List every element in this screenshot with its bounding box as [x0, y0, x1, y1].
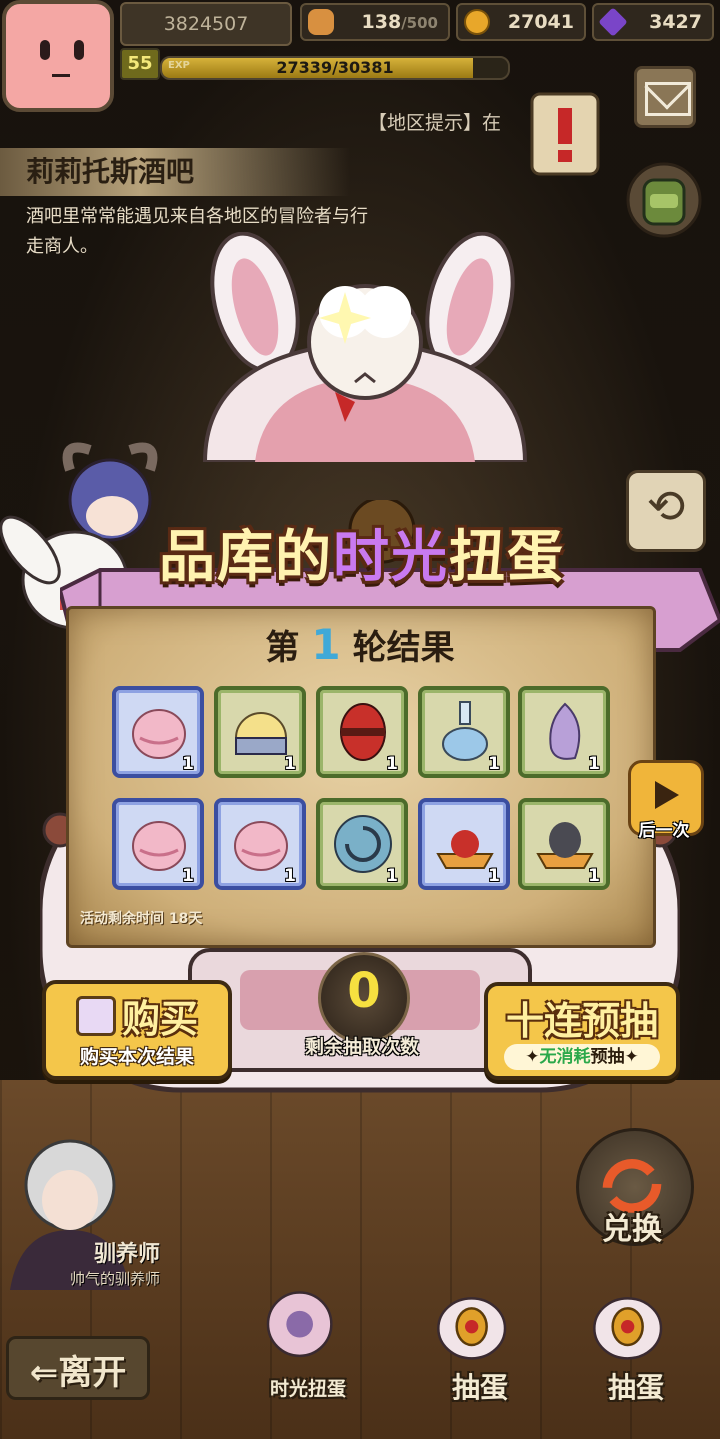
- player-avatar[interactable]: [2, 0, 114, 112]
- gold-draw-button[interactable]: 抽蛋: [576, 1270, 696, 1410]
- npc-name: 驯养师: [94, 1242, 161, 1267]
- item-slot[interactable]: 1: [418, 686, 510, 778]
- round-prefix: 第: [265, 628, 300, 668]
- gold-value: 27041: [507, 11, 574, 33]
- sparkle-icon: ✦: [624, 1047, 639, 1067]
- buy-button[interactable]: 购买 购买本次结果: [42, 980, 232, 1080]
- location-title: 莉莉托斯酒吧: [0, 148, 350, 196]
- gem-icon: [598, 7, 628, 37]
- gem-draw-button[interactable]: 抽蛋: [420, 1270, 540, 1410]
- item-slot[interactable]: 1: [518, 798, 610, 890]
- round-suffix: 轮结果: [352, 628, 455, 668]
- avatar-eye: [40, 40, 50, 60]
- stamina-value: 138: [361, 11, 402, 33]
- exp-bar: EXP 27339/30381: [160, 56, 510, 80]
- item-slot[interactable]: 1: [418, 798, 510, 890]
- item-slot[interactable]: 1: [316, 686, 408, 778]
- leave-button[interactable]: ⇐离开: [6, 1336, 150, 1400]
- gold-draw-label: 抽蛋: [607, 1371, 664, 1404]
- item-quantity: 1: [182, 754, 194, 774]
- buy-subtitle: 购买本次结果: [79, 1046, 194, 1068]
- avatar-eye: [74, 40, 84, 60]
- item-slot[interactable]: 1: [316, 798, 408, 890]
- preview-text: 预抽: [590, 1047, 625, 1067]
- gem-draw-label: 抽蛋: [451, 1371, 508, 1404]
- remaining-draws-count: 0: [347, 963, 381, 1019]
- backpack-icon[interactable]: [626, 160, 702, 240]
- banner-title-part: 扭蛋: [449, 525, 565, 590]
- item-slot[interactable]: 1: [112, 798, 204, 890]
- exchange-label: 兑换: [602, 1212, 662, 1247]
- banner-title-highlight: 时光: [333, 525, 449, 590]
- gacha-ticket-icon: [76, 996, 116, 1036]
- stamina-counter[interactable]: 138/500: [300, 3, 450, 41]
- gold-draw-egg-icon: [593, 1297, 663, 1360]
- item-quantity: 1: [588, 754, 600, 774]
- exp-text: 27339/30381: [276, 58, 394, 77]
- ten-draw-label: 十连预抽: [505, 999, 658, 1043]
- player-id: 3824507: [120, 2, 292, 46]
- item-slot[interactable]: 1: [214, 798, 306, 890]
- gacha-machine-top: [202, 232, 528, 462]
- next-result-label: 后一次: [638, 821, 690, 841]
- remaining-draws-label: 剩余抽取次数: [304, 1036, 419, 1058]
- mail-button[interactable]: [634, 66, 696, 128]
- stamina-max: /500: [401, 14, 438, 32]
- item-quantity: 1: [488, 754, 500, 774]
- item-quantity: 1: [588, 866, 600, 886]
- gem-counter[interactable]: 3427: [592, 3, 714, 41]
- avatar-mouth: [52, 68, 70, 77]
- leave-label: ⇐离开: [29, 1353, 127, 1393]
- sparkle-icon: ✦: [525, 1047, 540, 1067]
- banner-title: 品库的时光扭蛋: [112, 512, 612, 593]
- item-slot[interactable]: 1: [112, 686, 204, 778]
- gold-coin-icon: [464, 9, 490, 35]
- buy-label: 购买: [122, 997, 199, 1041]
- item-quantity: 1: [182, 866, 194, 886]
- bread-icon: [308, 9, 334, 35]
- gem-value: 3427: [649, 11, 702, 33]
- npc-subtitle: 帅气的驯养师: [70, 1270, 161, 1288]
- ten-draw-subtitle: ✦无消耗预抽✦: [504, 1044, 660, 1070]
- item-quantity: 1: [386, 866, 398, 886]
- player-level: 55: [120, 48, 160, 80]
- item-slot[interactable]: 1: [214, 686, 306, 778]
- item-quantity: 1: [284, 754, 296, 774]
- time-gacha-label: 时光扭蛋: [269, 1378, 346, 1400]
- banner-title-part: 品库的: [159, 525, 333, 590]
- item-quantity: 1: [284, 866, 296, 886]
- event-time-left: 活动剩余时间 18天: [80, 911, 203, 927]
- no-cost-text: 无消耗: [539, 1047, 591, 1067]
- round-title: 第 1 轮结果: [0, 620, 720, 669]
- remaining-draws-orb: 0: [318, 952, 410, 1044]
- region-hint: 【地区提示】在: [368, 112, 502, 134]
- round-number: 1: [311, 620, 341, 669]
- item-quantity: 1: [488, 866, 500, 886]
- back-button[interactable]: [626, 470, 706, 552]
- item-quantity: 1: [386, 754, 398, 774]
- quest-scroll-icon[interactable]: [520, 84, 610, 184]
- time-gacha-button[interactable]: 时光扭蛋: [248, 1270, 368, 1410]
- gem-draw-egg-icon: [437, 1297, 507, 1360]
- gold-counter[interactable]: 27041: [456, 3, 586, 41]
- item-slot[interactable]: 1: [518, 686, 610, 778]
- time-gacha-icon: [266, 1291, 333, 1358]
- ten-draw-preview-button[interactable]: 十连预抽 ✦无消耗预抽✦: [484, 982, 680, 1080]
